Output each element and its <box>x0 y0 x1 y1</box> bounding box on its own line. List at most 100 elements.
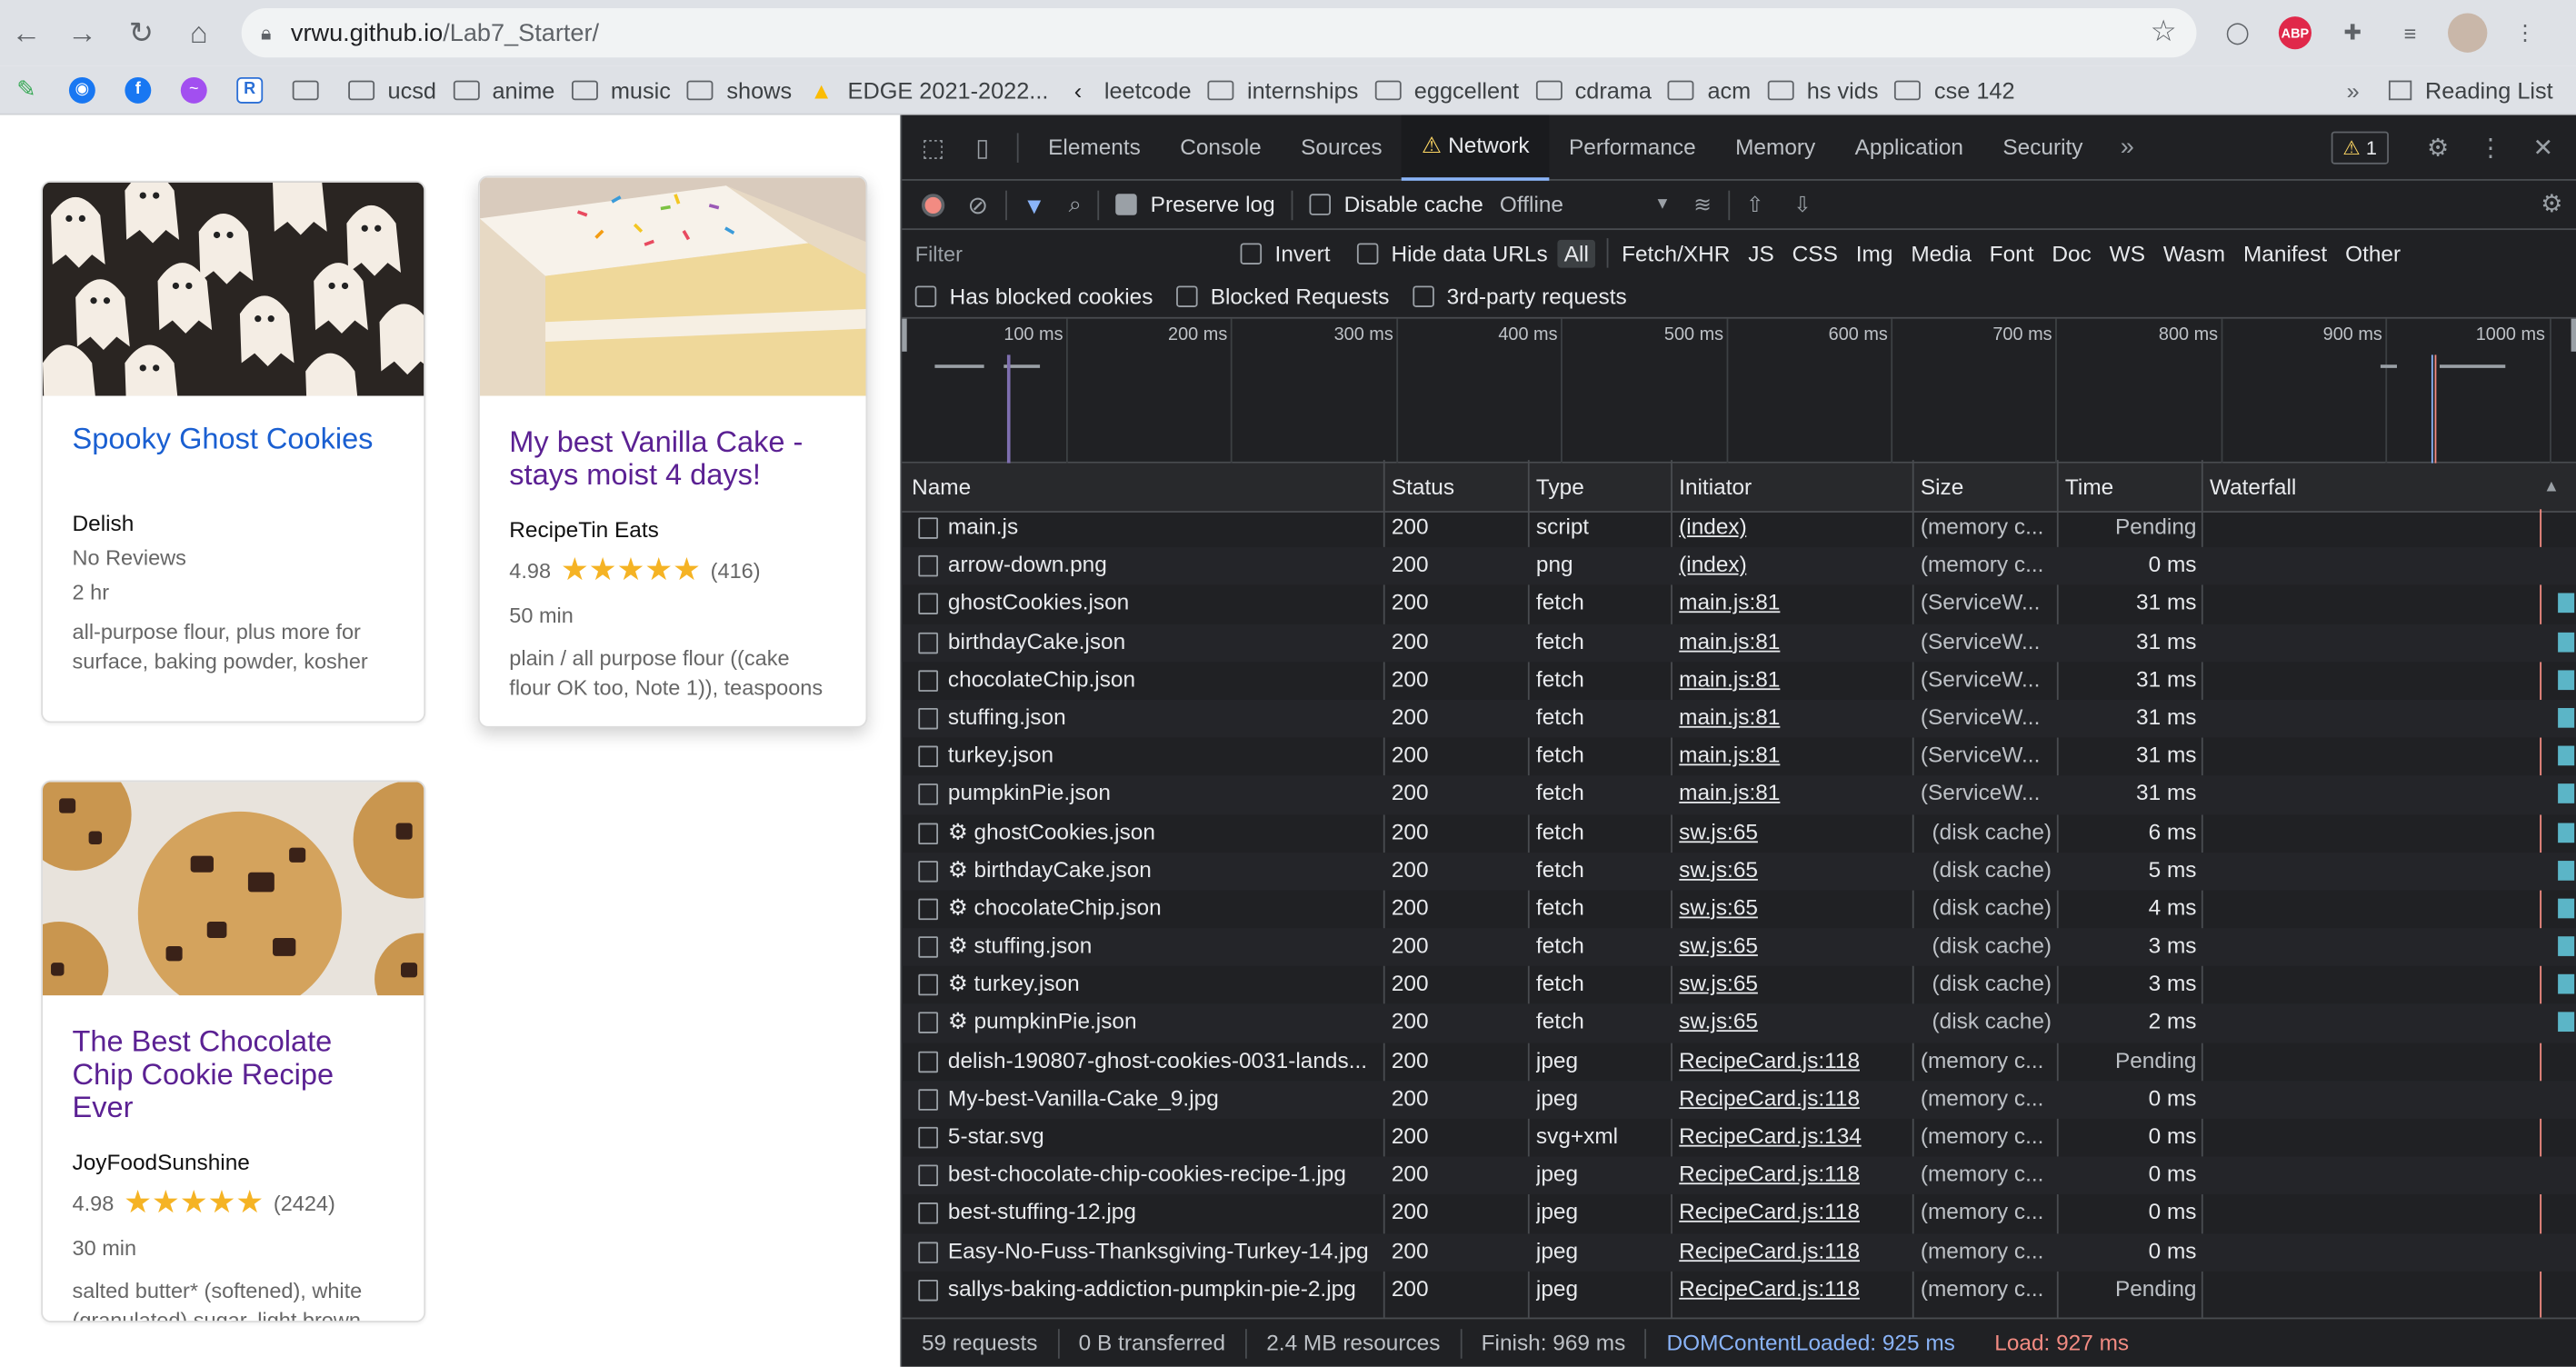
network-conditions-icon[interactable]: ≋ <box>1693 192 1712 218</box>
import-har-icon[interactable]: ⇧ <box>1746 192 1764 218</box>
sort-up-icon[interactable]: ▲ <box>2543 478 2560 496</box>
bookmark-anime[interactable]: anime <box>446 65 562 114</box>
tab-network[interactable]: ⚠ Network <box>1402 114 1550 180</box>
request-initiator[interactable]: RecipeCard.js:118 <box>1679 1085 1860 1110</box>
bookmark-internships[interactable]: internships <box>1201 65 1364 114</box>
request-initiator[interactable]: main.js:81 <box>1679 704 1780 729</box>
column-size[interactable]: Size <box>1921 474 1963 499</box>
column-type[interactable]: Type <box>1536 474 1584 499</box>
reading-list-label[interactable]: Reading List <box>2425 77 2553 104</box>
more-tabs-icon[interactable]: » <box>2102 115 2152 180</box>
recipe-title[interactable]: My best Vanilla Cake - stays moist 4 day… <box>509 425 836 491</box>
forward-arrow-icon[interactable]: → <box>55 6 108 59</box>
record-icon[interactable] <box>921 193 945 216</box>
has-blocked-cookies-checkbox[interactable] <box>914 285 937 307</box>
request-initiator[interactable]: sw.js:65 <box>1679 895 1758 920</box>
home-icon[interactable]: ⌂ <box>173 6 225 59</box>
third-party-checkbox[interactable] <box>1412 285 1434 307</box>
bookmark-shows[interactable]: shows <box>681 65 799 114</box>
type-doc[interactable]: Doc <box>2045 239 2098 267</box>
bookmark-edge[interactable]: ▲ EDGE 2021-2022... <box>802 65 1055 114</box>
filter-funnel-icon[interactable]: ▼ <box>1023 192 1045 218</box>
column-initiator[interactable]: Initiator <box>1679 474 1752 499</box>
extension-circle-icon[interactable]: ◯ <box>2218 13 2257 52</box>
puzzle-extensions-icon[interactable]: ✚ <box>2333 13 2372 52</box>
devtools-menu-icon[interactable]: ⋮ <box>2466 115 2515 181</box>
bookmark-r[interactable]: R <box>230 65 283 114</box>
table-row[interactable]: turkey.json 200 fetch main.js:81 (ServiceW..… <box>902 738 2576 776</box>
request-initiator[interactable]: RecipeCard.js:118 <box>1679 1200 1860 1224</box>
table-row[interactable]: sallys-baking-addiction-pumpkin-pie-2.jp… <box>902 1271 2576 1309</box>
type-media[interactable]: Media <box>1904 239 1978 267</box>
bookmark-messenger[interactable]: ~ <box>175 65 227 114</box>
bookmark-music[interactable]: music <box>564 65 677 114</box>
type-wasm[interactable]: Wasm <box>2157 239 2232 267</box>
bookmark-leaf[interactable]: ✎ <box>0 65 59 114</box>
throttle-select[interactable]: Offline ▼ <box>1500 192 1671 216</box>
bookmark-cse-142[interactable]: cse 142 <box>1888 65 2021 114</box>
type-ws[interactable]: WS <box>2102 239 2152 267</box>
bookmark-star-icon[interactable]: ☆ <box>2151 15 2177 49</box>
disable-cache-checkbox[interactable] <box>1309 194 1332 215</box>
request-initiator[interactable]: sw.js:65 <box>1679 933 1758 958</box>
settings-gear-icon[interactable]: ⚙ <box>2413 115 2462 181</box>
avatar[interactable] <box>2448 13 2488 53</box>
request-initiator[interactable]: main.js:81 <box>1679 743 1780 767</box>
address-bar[interactable]: 🔒︎ vrwu.github.io/Lab7_Starter/ ☆ <box>241 8 2197 58</box>
table-row[interactable]: ⚙ turkey.json 200 fetch sw.js:65 (disk cache… <box>902 966 2576 1004</box>
tab-security[interactable]: Security <box>1983 115 2103 180</box>
table-row[interactable]: best-stuffing-12.jpg 200 jpeg RecipeCard.js… <box>902 1195 2576 1233</box>
close-icon[interactable]: ✕ <box>2519 115 2568 181</box>
media-queue-icon[interactable]: ≡ <box>2391 13 2430 52</box>
column-name[interactable]: Name <box>912 474 971 499</box>
table-row[interactable]: ⚙ stuffing.json 200 fetch sw.js:65 (disk cac… <box>902 928 2576 967</box>
table-row[interactable]: main.js 200 script (index) (memory c... Pendi… <box>902 509 2576 547</box>
overview-handle-left[interactable] <box>902 318 907 352</box>
table-row[interactable]: 5-star.svg 200 svg+xml RecipeCard.js:134 (me… <box>902 1119 2576 1157</box>
type-manifest[interactable]: Manifest <box>2237 239 2334 267</box>
bookmark-eggcellent[interactable]: eggcellent <box>1368 65 1525 114</box>
request-initiator[interactable]: main.js:81 <box>1679 628 1780 653</box>
type-all[interactable]: All <box>1557 238 1596 267</box>
table-row[interactable]: ghostCookies.json 200 fetch main.js:81 (Serv… <box>902 585 2576 624</box>
tab-sources[interactable]: Sources <box>1281 115 1402 180</box>
bookmark-folder-blank[interactable] <box>285 65 338 114</box>
network-overview-timeline[interactable]: 100 ms 200 ms 300 ms 400 ms 500 ms 600 m… <box>902 318 2576 464</box>
request-initiator[interactable]: RecipeCard.js:134 <box>1679 1123 1862 1148</box>
type-fetch-xhr[interactable]: Fetch/XHR <box>1615 239 1737 267</box>
table-row[interactable]: ⚙ chocolateChip.json 200 fetch sw.js:65 (dis… <box>902 890 2576 928</box>
bookmark-acm[interactable]: acm <box>1662 65 1758 114</box>
recipe-card[interactable]: Spooky Ghost Cookies Delish No Reviews 2… <box>41 180 426 723</box>
table-row[interactable]: delish-190807-ghost-cookies-0031-lands..… <box>902 1043 2576 1081</box>
request-initiator[interactable]: main.js:81 <box>1679 591 1780 615</box>
clear-icon[interactable]: ⊘ <box>968 190 989 220</box>
bookmark-ucsd[interactable]: ucsd <box>342 65 443 114</box>
tab-application[interactable]: Application <box>1835 115 1983 180</box>
type-font[interactable]: Font <box>1982 239 2040 267</box>
invert-checkbox[interactable] <box>1240 242 1263 264</box>
reload-icon[interactable]: ↻ <box>115 6 168 59</box>
table-row[interactable]: chocolateChip.json 200 fetch main.js:81 (Ser… <box>902 662 2576 700</box>
search-icon[interactable]: ⌕ <box>1069 191 1082 219</box>
table-row[interactable]: stuffing.json 200 fetch main.js:81 (ServiceW… <box>902 699 2576 738</box>
request-initiator[interactable]: (index) <box>1679 514 1747 539</box>
overview-handle-right[interactable] <box>2571 318 2576 352</box>
table-row[interactable]: pumpkinPie.json 200 fetch main.js:81 (Servic… <box>902 775 2576 814</box>
table-row[interactable]: best-chocolate-chip-cookies-recipe-1.jpg… <box>902 1156 2576 1195</box>
bookmark-facebook[interactable]: f <box>118 65 171 114</box>
request-initiator[interactable]: RecipeCard.js:118 <box>1679 1276 1860 1301</box>
column-status[interactable]: Status <box>1392 474 1454 499</box>
tab-performance[interactable]: Performance <box>1549 115 1715 180</box>
request-initiator[interactable]: main.js:81 <box>1679 781 1780 805</box>
hide-data-urls-checkbox[interactable] <box>1356 242 1378 264</box>
device-toolbar-icon[interactable]: ▯ <box>958 115 1007 180</box>
warning-badge[interactable]: ⚠ 1 <box>2331 131 2389 165</box>
filter-input[interactable]: Filter <box>915 236 1211 269</box>
table-row[interactable]: ⚙ birthdayCake.json 200 fetch sw.js:65 (disk… <box>902 852 2576 891</box>
request-initiator[interactable]: main.js:81 <box>1679 666 1780 691</box>
table-row[interactable]: My-best-Vanilla-Cake_9.jpg 200 jpeg RecipeC… <box>902 1080 2576 1119</box>
menu-kebab-icon[interactable]: ⋮ <box>2505 13 2544 52</box>
request-initiator[interactable]: sw.js:65 <box>1679 972 1758 996</box>
type-img[interactable]: Img <box>1850 239 1900 267</box>
table-row[interactable]: ⚙ ghostCookies.json 200 fetch sw.js:65 (disk… <box>902 814 2576 853</box>
